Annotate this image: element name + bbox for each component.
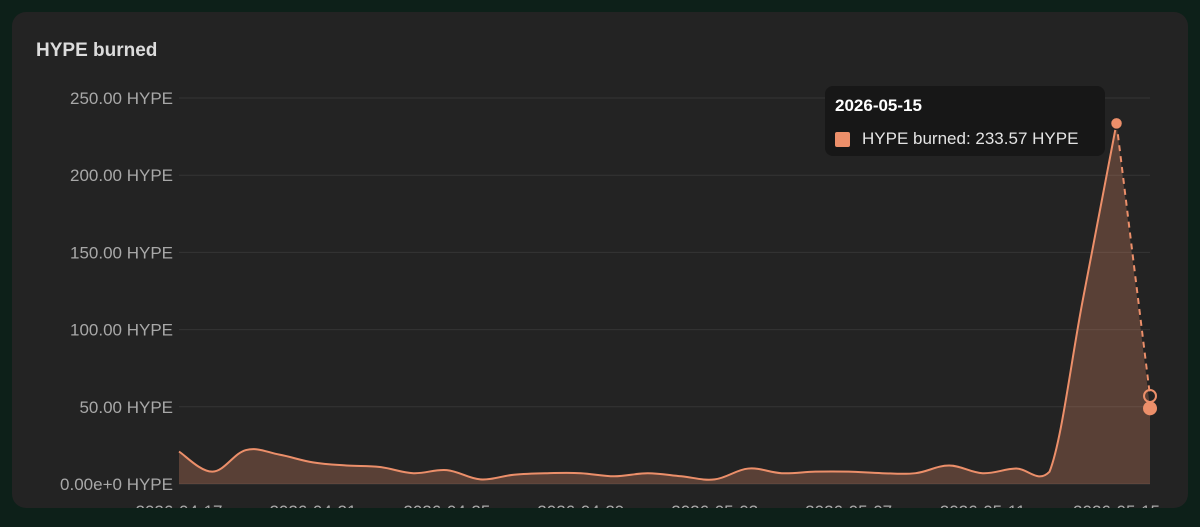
y-tick-label: 150.00 HYPE bbox=[70, 243, 173, 262]
y-tick-label: 250.00 HYPE bbox=[70, 89, 173, 108]
y-tick-label: 100.00 HYPE bbox=[70, 321, 173, 340]
chart-tooltip: 2026-05-15 HYPE burned: 233.57 HYPE bbox=[825, 86, 1105, 156]
y-tick-label: 50.00 HYPE bbox=[79, 398, 173, 417]
x-tick-label: 2026-05-03 bbox=[671, 502, 758, 508]
x-tick-label: 2026-04-25 bbox=[403, 502, 490, 508]
x-tick-label: 2026-04-17 bbox=[136, 502, 223, 508]
y-tick-label: 200.00 HYPE bbox=[70, 166, 173, 185]
tooltip-value-text: HYPE burned: 233.57 HYPE bbox=[862, 129, 1079, 148]
x-tick-label: 2026-05-11 bbox=[940, 502, 1026, 508]
chart-card: HYPE burned 0.00e+0 HYPE 50.00 HYPE 100.00… bbox=[12, 12, 1188, 508]
highlighted-point bbox=[1109, 116, 1124, 131]
x-tick-label: 2026-04-29 bbox=[537, 502, 624, 508]
x-tick-label: 2026-04-21 bbox=[269, 502, 356, 508]
x-tick-label: 2026-05-07 bbox=[805, 502, 892, 508]
y-tick-label: 0.00e+0 HYPE bbox=[60, 475, 173, 494]
tooltip-series-swatch bbox=[835, 132, 850, 147]
tooltip-date: 2026-05-15 bbox=[835, 96, 922, 115]
last-point-projected bbox=[1143, 401, 1157, 416]
series-area-fill bbox=[179, 123, 1150, 484]
series-line bbox=[178, 123, 1118, 481]
x-tick-label: 2026-05-15 bbox=[1073, 502, 1160, 508]
